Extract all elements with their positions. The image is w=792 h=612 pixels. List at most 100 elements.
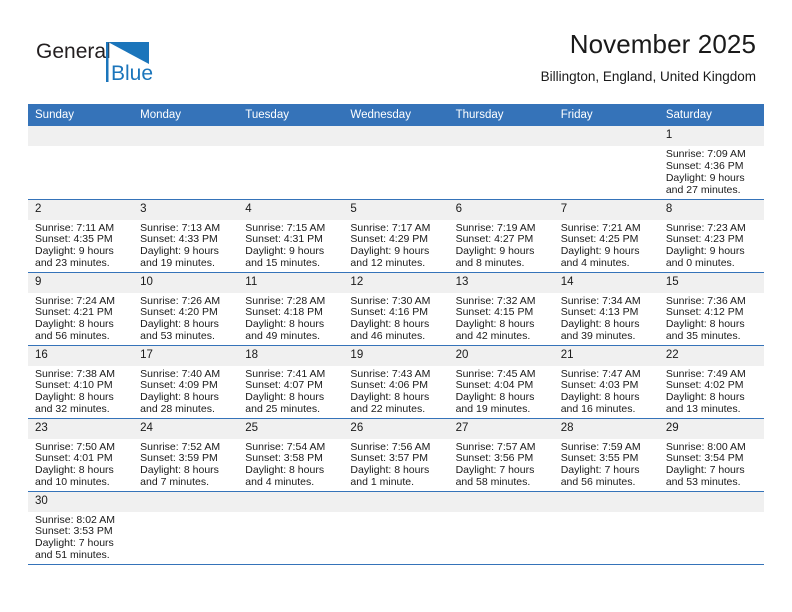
day-number: 23 [28,419,134,439]
day-number [553,126,659,146]
calendar-cell-empty [133,490,239,565]
calendar-day-cell[interactable]: 1 Sunrise: 7:09 AM Sunset: 4:36 PM Daylight… [658,126,764,200]
day-number [553,492,659,512]
calendar-day-cell[interactable]: 7 Sunrise: 7:21 AM Sunset: 4:25 PM Daylight… [553,198,659,273]
calendar-day-cell[interactable]: 2 Sunrise: 7:11 AM Sunset: 4:35 PM Daylight… [28,198,134,273]
calendar-day-cell[interactable]: 11 Sunrise: 7:28 AM Sunset: 4:18 PM Dayligh… [238,271,344,346]
calendar-day-cell[interactable]: 29 Sunrise: 8:00 AM Sunset: 3:54 PM Dayligh… [658,417,764,492]
day-number: 24 [133,419,239,439]
calendar-day-cell[interactable]: 27 Sunrise: 7:57 AM Sunset: 3:56 PM Dayligh… [448,417,554,492]
daylight-text-line1: Daylight: 9 hours [665,171,745,184]
day-sun-info: Sunrise: 7:13 AM Sunset: 4:33 PM Daylight:… [133,220,238,271]
day-sun-info: Sunrise: 7:15 AM Sunset: 4:31 PM Daylight:… [238,220,343,271]
day-sun-info: Sunrise: 7:30 AM Sunset: 4:16 PM Daylight:… [343,293,448,344]
calendar-day-cell[interactable]: 20 Sunrise: 7:45 AM Sunset: 4:04 PM Dayligh… [448,344,554,419]
daylight-text-line2: and 53 minutes. [140,330,215,343]
day-sun-info: Sunrise: 7:23 AM Sunset: 4:23 PM Daylight:… [659,220,764,271]
daylight-text-line2: and 56 minutes. [560,476,636,489]
weekday-header-wednesday: Wednesday [343,104,449,126]
day-number [28,126,134,146]
day-sun-info: Sunrise: 7:34 AM Sunset: 4:13 PM Daylight:… [554,293,659,344]
calendar-day-cell[interactable]: 6 Sunrise: 7:19 AM Sunset: 4:27 PM Daylight… [448,198,554,273]
calendar-day-cell[interactable]: 8 Sunrise: 7:23 AM Sunset: 4:23 PM Daylight… [658,198,764,273]
daylight-text-line2: and 28 minutes. [140,403,215,416]
calendar-day-cell[interactable]: 9 Sunrise: 7:24 AM Sunset: 4:21 PM Daylight… [28,271,134,346]
calendar-day-cell[interactable]: 12 Sunrise: 7:30 AM Sunset: 4:16 PM Dayligh… [343,271,449,346]
calendar-cell-empty [238,126,344,200]
daylight-text-line2: and 10 minutes. [35,476,110,489]
daylight-text-line2: and 12 minutes. [350,257,426,270]
calendar-day-cell[interactable]: 21 Sunrise: 7:47 AM Sunset: 4:03 PM Dayligh… [553,344,659,419]
day-number: 9 [28,273,134,293]
day-sun-info: Sunrise: 7:17 AM Sunset: 4:29 PM Daylight:… [343,220,448,271]
calendar-cell-empty [448,126,554,200]
daylight-text-line2: and 13 minutes. [665,403,741,416]
day-number [658,492,764,512]
daylight-text-line2: and 58 minutes. [455,476,531,489]
day-sun-info: Sunrise: 7:43 AM Sunset: 4:06 PM Daylight:… [343,366,448,417]
day-sun-info: Sunrise: 7:11 AM Sunset: 4:35 PM Daylight:… [28,220,133,271]
calendar-day-cell[interactable]: 3 Sunrise: 7:13 AM Sunset: 4:33 PM Daylight… [133,198,239,273]
calendar-day-cell[interactable]: 10 Sunrise: 7:26 AM Sunset: 4:20 PM Dayligh… [133,271,239,346]
page-subtitle-location: Billington, England, United Kingdom [540,69,756,84]
day-number: 3 [133,200,239,220]
day-sun-info: Sunrise: 7:21 AM Sunset: 4:25 PM Daylight:… [554,220,659,271]
calendar-day-cell[interactable]: 28 Sunrise: 7:59 AM Sunset: 3:55 PM Dayligh… [553,417,659,492]
calendar-day-cell[interactable]: 13 Sunrise: 7:32 AM Sunset: 4:15 PM Dayligh… [448,271,554,346]
calendar-day-cell[interactable]: 24 Sunrise: 7:52 AM Sunset: 3:59 PM Dayligh… [133,417,239,492]
daylight-text-line2: and 42 minutes. [455,330,531,343]
day-number: 5 [343,200,449,220]
calendar-header-row: Sunday Monday Tuesday Wednesday Thursday… [28,104,764,126]
day-number: 6 [448,200,554,220]
calendar-day-cell[interactable]: 16 Sunrise: 7:38 AM Sunset: 4:10 PM Dayligh… [28,344,134,419]
daylight-text-line2: and 1 minute. [350,476,415,489]
daylight-text-line2: and 49 minutes. [245,330,320,343]
calendar-day-cell[interactable]: 4 Sunrise: 7:15 AM Sunset: 4:31 PM Daylight… [238,198,344,273]
day-number: 7 [553,200,659,220]
day-number: 11 [238,273,344,293]
day-number: 2 [28,200,134,220]
day-sun-info: Sunrise: 7:57 AM Sunset: 3:56 PM Daylight:… [449,439,554,490]
day-number: 28 [553,419,659,439]
calendar-day-cell[interactable]: 25 Sunrise: 7:54 AM Sunset: 3:58 PM Dayligh… [238,417,344,492]
daylight-text-line2: and 25 minutes. [245,403,320,416]
day-number: 13 [448,273,554,293]
calendar-day-cell[interactable]: 17 Sunrise: 7:40 AM Sunset: 4:09 PM Dayligh… [133,344,239,419]
daylight-text-line2: and 7 minutes. [140,476,210,489]
general-blue-logo[interactable]: General Blue [36,36,216,90]
calendar-cell-empty [553,490,659,565]
weekday-header-monday: Monday [133,104,239,126]
day-number [238,492,344,512]
calendar-day-cell[interactable]: 18 Sunrise: 7:41 AM Sunset: 4:07 PM Dayligh… [238,344,344,419]
day-number [343,126,449,146]
daylight-text-line2: and 8 minutes. [455,257,525,270]
calendar-body: 1 Sunrise: 7:09 AM Sunset: 4:36 PM Daylight… [28,126,764,565]
day-number: 25 [238,419,344,439]
day-sun-info: Sunrise: 7:52 AM Sunset: 3:59 PM Daylight:… [133,439,238,490]
daylight-text-line2: and 23 minutes. [35,257,110,270]
calendar-week-row: 30 Sunrise: 8:02 AM Sunset: 3:53 PM Dayligh… [28,490,764,565]
daylight-text-line2: and 51 minutes. [35,549,110,562]
calendar-day-cell[interactable]: 30 Sunrise: 8:02 AM Sunset: 3:53 PM Dayligh… [28,490,134,565]
calendar-day-cell[interactable]: 14 Sunrise: 7:34 AM Sunset: 4:13 PM Dayligh… [553,271,659,346]
calendar-day-cell[interactable]: 22 Sunrise: 7:49 AM Sunset: 4:02 PM Dayligh… [658,344,764,419]
page-title: November 2025 [569,29,756,59]
day-number [238,126,344,146]
day-number: 20 [448,346,554,366]
calendar-day-cell[interactable]: 15 Sunrise: 7:36 AM Sunset: 4:12 PM Dayligh… [658,271,764,346]
calendar-day-cell[interactable]: 19 Sunrise: 7:43 AM Sunset: 4:06 PM Dayligh… [343,344,449,419]
brand-name-top-text: General [36,40,111,63]
calendar-day-cell[interactable]: 5 Sunrise: 7:17 AM Sunset: 4:29 PM Daylight… [343,198,449,273]
calendar-week-row: 1 Sunrise: 7:09 AM Sunset: 4:36 PM Daylight… [28,126,764,200]
brand-logo-svg: General Blue [36,40,153,85]
day-sun-info: Sunrise: 7:24 AM Sunset: 4:21 PM Daylight:… [28,293,133,344]
calendar-day-cell[interactable]: 23 Sunrise: 7:50 AM Sunset: 4:01 PM Dayligh… [28,417,134,492]
day-sun-info: Sunrise: 7:32 AM Sunset: 4:15 PM Daylight:… [449,293,554,344]
day-number: 27 [448,419,554,439]
calendar-day-cell[interactable]: 26 Sunrise: 7:56 AM Sunset: 3:57 PM Dayligh… [343,417,449,492]
day-sun-info: Sunrise: 7:40 AM Sunset: 4:09 PM Daylight:… [133,366,238,417]
daylight-text-line2: and 46 minutes. [350,330,426,343]
day-number: 17 [133,346,239,366]
daylight-text-line2: and 15 minutes. [245,257,320,270]
daylight-text-line2: and 35 minutes. [665,330,741,343]
